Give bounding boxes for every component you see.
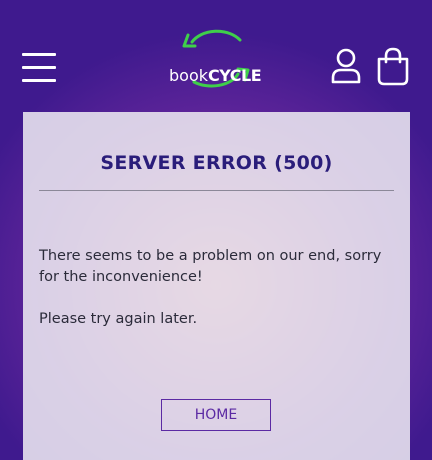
menu-bar-middle bbox=[22, 66, 56, 69]
home-button[interactable]: HOME bbox=[161, 399, 271, 431]
menu-bar-top bbox=[22, 53, 56, 56]
error-title: SERVER ERROR (500) bbox=[100, 152, 333, 174]
bookcycle-logo[interactable]: bookCYCLE bbox=[166, 22, 266, 94]
account-button[interactable] bbox=[330, 48, 362, 84]
title-divider bbox=[39, 190, 394, 191]
error-message: There seems to be a problem on our end, … bbox=[39, 248, 382, 285]
logo-text-cycle: CYCLE bbox=[208, 66, 262, 85]
retry-message: Please try again later. bbox=[39, 311, 198, 327]
logo-wordmark: bookCYCLE bbox=[169, 68, 269, 84]
cart-button[interactable] bbox=[376, 46, 410, 86]
shopping-bag-icon bbox=[377, 47, 409, 86]
menu-button[interactable] bbox=[22, 52, 56, 82]
error-card: SERVER ERROR (500) There seems to be a p… bbox=[23, 112, 410, 460]
site-header: bookCYCLE bbox=[0, 0, 432, 112]
logo-text-book: book bbox=[169, 66, 208, 85]
menu-bar-bottom bbox=[22, 79, 56, 82]
user-icon bbox=[331, 48, 361, 84]
